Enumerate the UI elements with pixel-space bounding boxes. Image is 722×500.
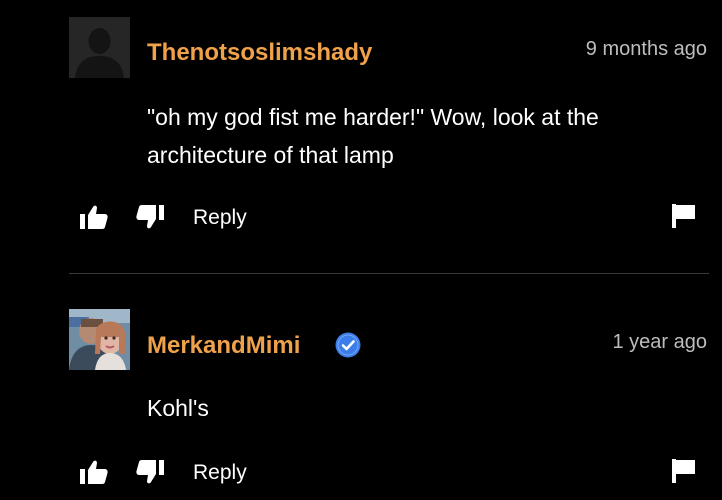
dislike-button[interactable] — [135, 204, 165, 235]
flag-icon — [672, 459, 695, 483]
comment-timestamp: 1 year ago — [612, 331, 707, 353]
reply-button[interactable]: Reply — [193, 461, 247, 485]
username[interactable]: Thenotsoslimshady — [147, 39, 372, 67]
thumbs-down-icon — [136, 460, 164, 484]
dislike-button[interactable] — [135, 459, 165, 490]
comment-divider — [69, 273, 709, 274]
like-button[interactable] — [79, 204, 109, 235]
thumbs-up-icon — [80, 205, 108, 229]
comment-text: Kohl's — [147, 395, 209, 421]
verified-badge — [335, 332, 361, 358]
thumbs-down-icon — [136, 205, 164, 229]
default-user-silhouette-icon — [69, 17, 130, 78]
flag-button[interactable] — [671, 203, 697, 234]
verified-check-icon — [335, 332, 361, 358]
comment-text: "oh my god fist me harder!" Wow, look at… — [147, 104, 599, 168]
thumbs-up-icon — [80, 460, 108, 484]
profile-photo-icon — [69, 309, 130, 370]
username[interactable]: MerkandMimi — [147, 332, 300, 360]
user-avatar[interactable] — [69, 17, 130, 78]
reply-button[interactable]: Reply — [193, 206, 247, 230]
flag-button[interactable] — [671, 458, 697, 489]
flag-icon — [672, 204, 695, 228]
like-button[interactable] — [79, 459, 109, 490]
comment-timestamp: 9 months ago — [585, 38, 707, 60]
user-avatar[interactable] — [69, 309, 130, 370]
